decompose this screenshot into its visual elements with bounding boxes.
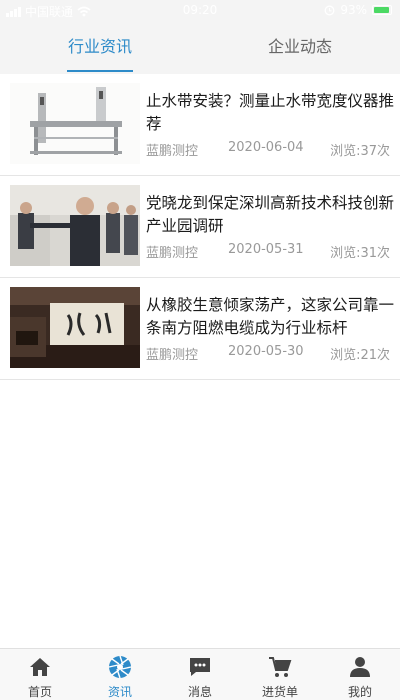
aperture-icon (108, 655, 132, 679)
list-item[interactable]: 党晓龙到保定深圳高新技术科技创新产业园调研 蓝鹏测控 2020-05-31 浏览… (0, 176, 400, 278)
news-title: 从橡胶生意倾家荡产，这家公司靠一条南方阻燃电缆成为行业标杆 (146, 296, 395, 337)
news-thumbnail (10, 83, 140, 164)
person-icon (350, 657, 370, 677)
news-views: 浏览:37次 (330, 144, 390, 159)
news-views: 浏览:31次 (330, 246, 390, 261)
battery-icon (372, 5, 392, 15)
bottom-nav: 首页 资讯 消息 进货单 我的 (0, 648, 400, 700)
nav-label: 资讯 (107, 685, 132, 699)
nav-cart[interactable]: 进货单 (240, 649, 320, 700)
news-meta: 蓝鹏测控 2020-06-04 浏览:37次 (146, 140, 390, 160)
news-title: 止水带安装？测量止水带宽度仪器推荐 (146, 92, 395, 133)
tab-label: 行业资讯 (67, 37, 132, 56)
active-tab-indicator (67, 70, 133, 72)
nav-label: 我的 (347, 685, 372, 699)
alarm-icon (324, 5, 335, 15)
news-author: 蓝鹏测控 (146, 144, 199, 159)
tab-industry-news[interactable]: 行业资讯 (0, 22, 200, 74)
battery-percent: 93% (340, 3, 367, 17)
news-title: 党晓龙到保定深圳高新技术科技创新产业园调研 (146, 194, 395, 235)
news-meta: 蓝鹏测控 2020-05-30 浏览:21次 (146, 344, 390, 364)
news-views: 浏览:21次 (330, 348, 390, 363)
news-thumbnail (10, 185, 140, 266)
nav-news[interactable]: 资讯 (80, 649, 160, 700)
nav-home[interactable]: 首页 (0, 649, 80, 700)
tab-label: 企业动态 (267, 37, 332, 56)
nav-label: 消息 (187, 685, 212, 699)
list-item[interactable]: 从橡胶生意倾家荡产，这家公司靠一条南方阻燃电缆成为行业标杆 蓝鹏测控 2020-… (0, 278, 400, 380)
news-date: 2020-05-31 (228, 242, 304, 257)
cart-icon (269, 657, 292, 677)
tab-company-news[interactable]: 企业动态 (200, 22, 400, 74)
status-bar: 中国联通 09:20 93% (0, 0, 400, 22)
message-icon (190, 658, 210, 676)
nav-label: 首页 (27, 685, 52, 699)
news-date: 2020-05-30 (228, 344, 304, 359)
news-list: 止水带安装？测量止水带宽度仪器推荐 蓝鹏测控 2020-06-04 浏览:37次 (0, 74, 400, 380)
nav-label: 进货单 (261, 685, 298, 699)
nav-messages[interactable]: 消息 (160, 649, 240, 700)
list-item[interactable]: 止水带安装？测量止水带宽度仪器推荐 蓝鹏测控 2020-06-04 浏览:37次 (0, 74, 400, 176)
category-tabs: 行业资讯 企业动态 (0, 22, 400, 74)
news-date: 2020-06-04 (228, 140, 304, 155)
news-thumbnail (10, 287, 140, 368)
news-meta: 蓝鹏测控 2020-05-31 浏览:31次 (146, 242, 390, 262)
news-author: 蓝鹏测控 (146, 246, 199, 261)
news-author: 蓝鹏测控 (146, 348, 199, 363)
status-right: 93% (324, 3, 392, 17)
nav-profile[interactable]: 我的 (320, 649, 400, 700)
home-icon (30, 658, 50, 676)
